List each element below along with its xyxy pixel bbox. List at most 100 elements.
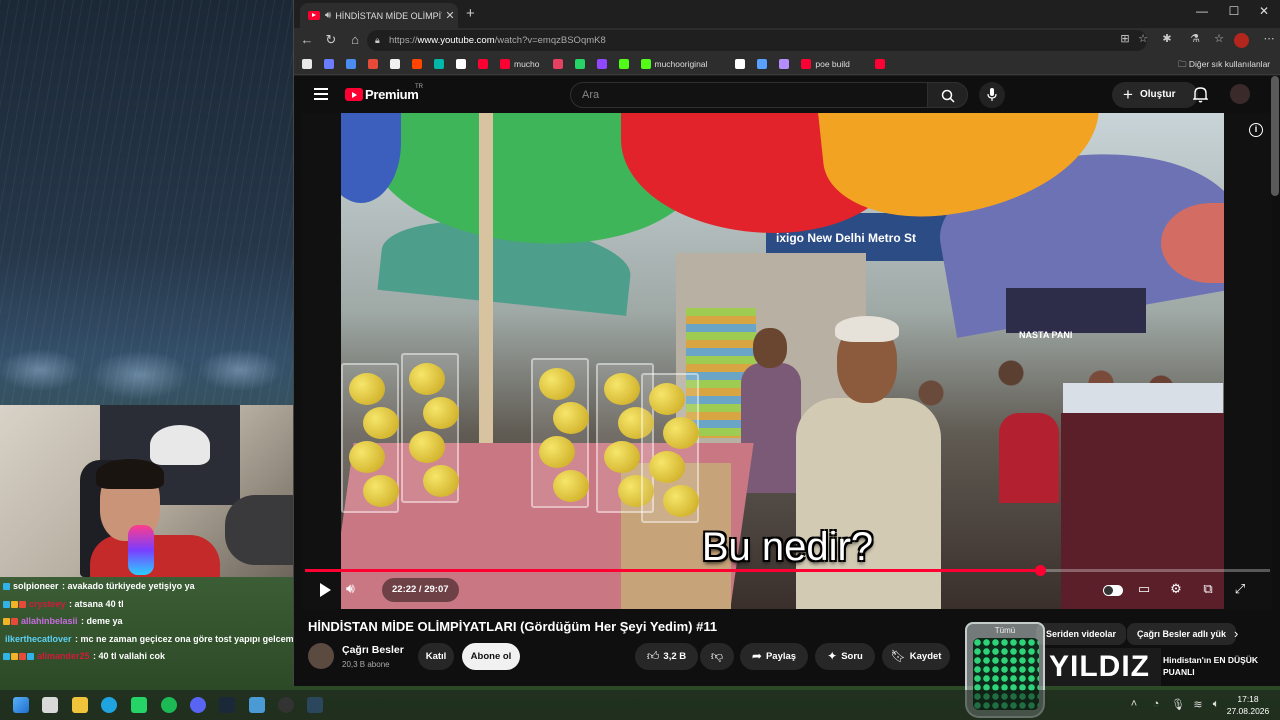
video-player[interactable]: ixigo New Delhi Metro St NASTA PANI Bu n… [303, 113, 1272, 609]
bookmark-favicon-icon[interactable] [500, 59, 510, 69]
steam-client-icon[interactable] [307, 697, 323, 713]
bookmark-label[interactable]: muchooriginal [655, 59, 708, 69]
extensions-icon[interactable]: ✱ [1158, 32, 1176, 45]
minimize-icon[interactable]: — [1187, 4, 1217, 18]
menu-icon[interactable] [314, 88, 328, 100]
bookmark-favicon-icon[interactable] [434, 59, 444, 69]
close-window-icon[interactable]: ✕ [1249, 4, 1279, 18]
edge-browser-icon[interactable] [101, 697, 117, 713]
back-icon[interactable]: ← [298, 32, 316, 47]
chip-channel-uploads[interactable]: Çağrı Besler adlı yük [1127, 623, 1237, 645]
channel-avatar[interactable] [308, 643, 334, 669]
shop-sign-text: NASTA PANI [1019, 330, 1073, 340]
like-button[interactable]: 👍︎ 3,2 B [635, 643, 698, 670]
join-button[interactable]: Katıl [418, 643, 454, 670]
subtitles-icon[interactable]: ▭ [1133, 581, 1155, 597]
channel-name[interactable]: Çağrı Besler [342, 644, 404, 656]
task-view-icon[interactable] [42, 697, 58, 713]
speaker-icon[interactable]: 🔊︎ [325, 10, 331, 21]
chip-series-videos[interactable]: Seriden videolar [1036, 623, 1127, 645]
subscribe-button[interactable]: Abone ol [462, 643, 520, 670]
bookmark-favicon-icon[interactable] [757, 59, 768, 69]
bookmark-favicon-icon[interactable] [346, 59, 356, 69]
start-windows-icon[interactable] [13, 697, 29, 713]
bookmark-favicon-icon[interactable] [574, 59, 585, 69]
maximize-icon[interactable]: ☐ [1219, 4, 1249, 18]
tab-youtube[interactable]: 🔊︎ HİNDİSTAN MİDE OLİMPİYATI ✕ [300, 3, 458, 28]
bookmark-label[interactable]: poe build [815, 59, 850, 69]
bookmark-favicon-icon[interactable] [552, 59, 563, 69]
bookmark-label[interactable]: mucho [514, 59, 540, 69]
voice-search-button[interactable] [979, 82, 1005, 108]
discord-icon[interactable] [190, 697, 206, 713]
system-clock[interactable]: 17:18 27.08.2026 [1220, 693, 1276, 717]
bookmark-favicon-icon[interactable] [324, 59, 334, 69]
dislike-button[interactable]: 👎︎ [700, 643, 734, 670]
recommended-thumbnail[interactable]: YILDIZ [1043, 648, 1161, 686]
page-scrollbar[interactable] [1271, 76, 1279, 196]
account-avatar[interactable] [1230, 84, 1250, 104]
whatsapp-icon[interactable] [131, 697, 147, 713]
create-button[interactable]: + Oluştur [1112, 82, 1198, 108]
miniplayer-icon[interactable]: ⧉ [1197, 581, 1219, 597]
volume-icon[interactable]: 🔊︎ [346, 580, 355, 597]
info-icon[interactable]: i [1249, 123, 1263, 137]
spotify-icon[interactable] [161, 697, 177, 713]
time-display: 22:22 / 29:07 [382, 578, 459, 602]
file-explorer-icon[interactable] [72, 697, 88, 713]
obs-icon[interactable] [278, 697, 294, 713]
reload-icon[interactable]: ↻ [322, 32, 340, 48]
ask-button[interactable]: ✦ Soru [815, 643, 875, 670]
bookmark-favicon-icon[interactable] [368, 59, 378, 69]
search-input[interactable]: Ara [570, 82, 928, 108]
subscriber-count: 20,3 B abone [342, 660, 390, 669]
app-icon[interactable] [249, 697, 265, 713]
save-button[interactable]: 🔖︎ Kaydet [882, 643, 950, 670]
notifications-bell-icon[interactable] [1193, 86, 1208, 103]
bookmark-favicon-icon[interactable] [735, 59, 746, 69]
bookmark-favicon-icon[interactable] [618, 59, 629, 69]
chevron-right-icon[interactable]: › [1234, 626, 1238, 641]
tab-bar: 🔊︎ HİNDİSTAN MİDE OLİMPİYATI ✕ + — ☐ ✕ [294, 0, 1280, 28]
share-button[interactable]: ➦ Paylaş [740, 643, 808, 670]
home-icon[interactable]: ⌂ [346, 32, 364, 47]
microphone-tray-icon[interactable]: 🎙︎ [1170, 698, 1186, 711]
bookmark-favicon-icon[interactable] [412, 59, 422, 69]
premium-logo-text[interactable]: Premium [365, 87, 419, 102]
create-label: Oluştur [1140, 89, 1176, 100]
play-icon[interactable] [320, 583, 331, 597]
scene-lemon [423, 397, 459, 429]
bookmark-favicon-icon[interactable] [875, 59, 886, 69]
other-bookmarks-folder[interactable]: 🗀︎ Diğer sık kullanılanlar [1178, 59, 1270, 73]
new-tab-icon[interactable]: + [466, 5, 475, 22]
bookmark-favicon-icon[interactable] [801, 59, 812, 69]
more-menu-icon[interactable]: ⋯ [1260, 32, 1278, 45]
scene-lemon [409, 363, 445, 395]
autoplay-toggle[interactable] [1103, 585, 1123, 596]
bookmark-favicon-icon[interactable] [779, 59, 790, 69]
fullscreen-icon[interactable]: ⤢ [1229, 581, 1251, 597]
bookmark-favicon-icon[interactable] [640, 59, 651, 69]
recommended-title[interactable]: Hindistan'ın EN DÜŞÜK PUANLI [1163, 654, 1273, 678]
close-tab-icon[interactable]: ✕ [442, 9, 458, 22]
search-button[interactable] [927, 82, 968, 108]
app-install-icon[interactable]: ⊞ [1116, 32, 1134, 45]
chevron-up-icon[interactable]: ˄ [1126, 698, 1142, 710]
bookmark-favicon-icon[interactable] [302, 59, 312, 69]
bookmark-favicon-icon[interactable] [478, 59, 488, 69]
browser-tools-icon[interactable]: ⚗ [1186, 32, 1204, 45]
network-icon[interactable]: ◔ [1148, 698, 1164, 710]
bookmark-favicon-icon[interactable] [456, 59, 466, 69]
scene-lemon [363, 407, 399, 439]
progress-bar[interactable] [305, 565, 1270, 576]
url-input[interactable]: 🔒︎ https://www.youtube.com/watch?v=emqzB… [367, 30, 1147, 51]
settings-gear-icon[interactable]: ⚙ [1165, 581, 1187, 597]
favorite-star-icon[interactable]: ☆ [1134, 32, 1152, 45]
favorites-icon[interactable]: ☆ [1210, 32, 1228, 45]
steam-icon[interactable] [219, 697, 235, 713]
bookmark-favicon-icon[interactable] [596, 59, 607, 69]
bookmark-favicon-icon[interactable] [390, 59, 400, 69]
youtube-logo-icon[interactable] [345, 88, 363, 101]
wifi-icon[interactable]: ≋ [1190, 698, 1206, 711]
profile-avatar[interactable] [1234, 33, 1249, 48]
